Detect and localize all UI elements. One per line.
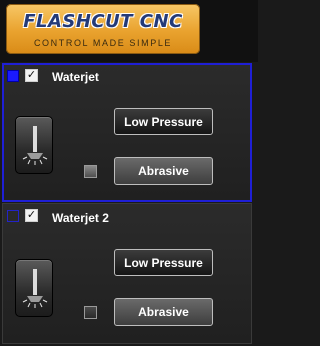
output-panel-waterjet[interactable]: ✓ Waterjet Low Pressure Abrasive	[2, 63, 252, 202]
abrasive-indicator[interactable]	[84, 306, 97, 319]
toggle-switch-icon[interactable]	[15, 259, 53, 317]
flashcut-logo: FLASHCUT CNC CONTROL MADE SIMPLE	[6, 4, 200, 54]
low-pressure-button[interactable]: Low Pressure	[114, 108, 213, 135]
logo-subtitle: CONTROL MADE SIMPLE	[33, 38, 173, 48]
low-pressure-button[interactable]: Low Pressure	[114, 249, 213, 276]
abrasive-button[interactable]: Abrasive	[114, 298, 213, 326]
panel-title: Waterjet	[52, 70, 99, 84]
logo-title: FLASHCUT CNC	[23, 11, 183, 32]
panel-color-swatch[interactable]	[7, 210, 19, 222]
panel-color-swatch[interactable]	[7, 70, 19, 82]
output-panel-waterjet-2[interactable]: ✓ Waterjet 2 Low Pressure Abrasive	[2, 203, 252, 344]
toggle-switch-icon[interactable]	[15, 116, 53, 174]
abrasive-button[interactable]: Abrasive	[114, 157, 213, 185]
abrasive-indicator[interactable]	[84, 165, 97, 178]
enable-checkbox[interactable]: ✓	[25, 209, 38, 222]
panel-title: Waterjet 2	[52, 211, 109, 225]
enable-checkbox[interactable]: ✓	[25, 69, 38, 82]
header: FLASHCUT CNC CONTROL MADE SIMPLE	[0, 0, 258, 62]
